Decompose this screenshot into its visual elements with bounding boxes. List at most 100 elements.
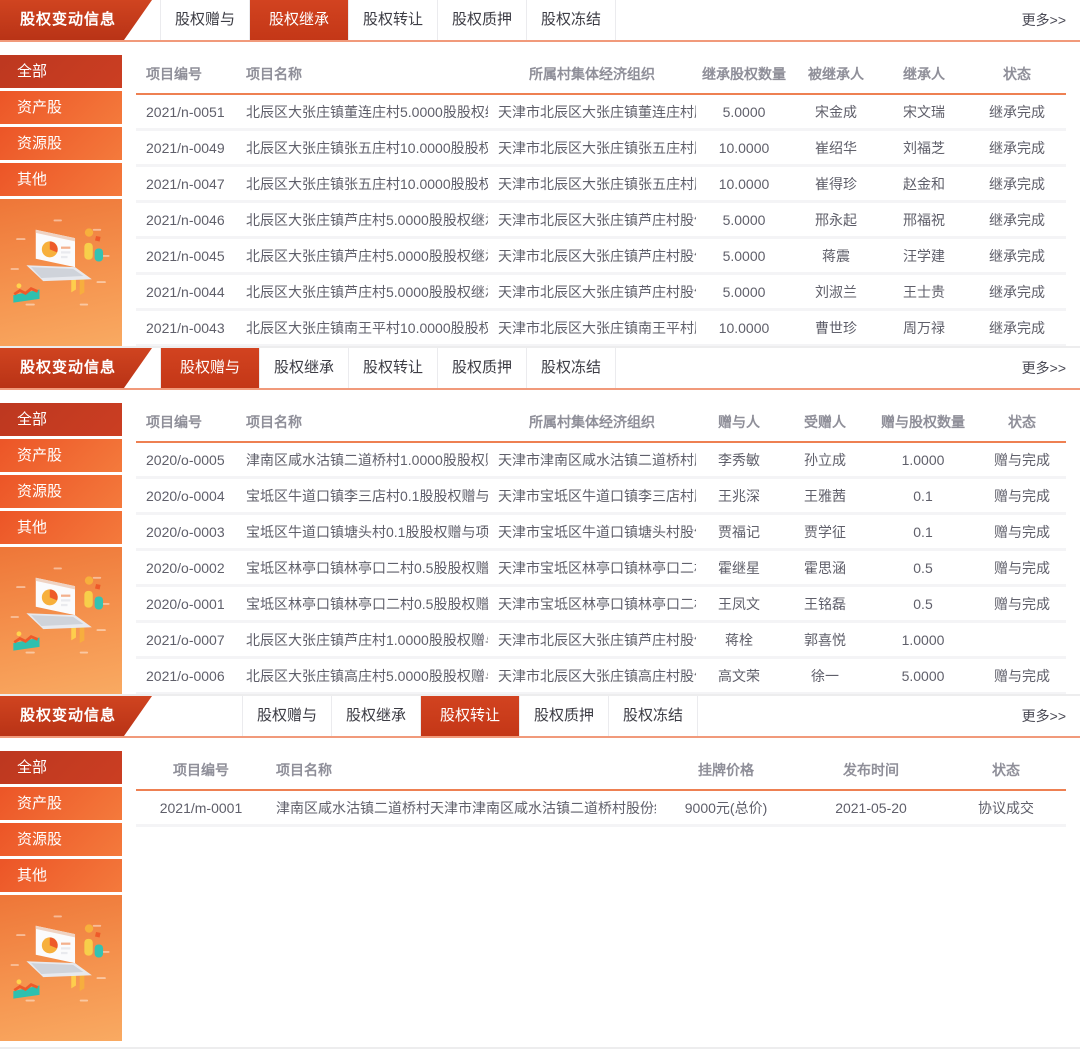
tab-equity-gift[interactable]: 股权赠与 xyxy=(243,696,332,736)
table-row[interactable]: 2020/o-0003宝坻区牛道口镇塘头村0.1股股权赠与项目天津市宝坻区牛道口… xyxy=(136,515,1066,551)
column-header: 状态 xyxy=(978,403,1066,441)
table-cell: 2021/o-0006 xyxy=(136,659,236,692)
data-table: 项目编号项目名称所属村集体经济组织继承股权数量被继承人继承人状态2021/n-0… xyxy=(122,55,1080,346)
table-cell: 赠与完成 xyxy=(978,443,1066,476)
table-cell: 赵金和 xyxy=(880,167,968,200)
equity-change-section: 股权变动信息股权赠与股权继承股权转让股权质押股权冻结更多>>全部资产股资源股其他… xyxy=(0,348,1080,694)
table-row[interactable]: 2020/o-0002宝坻区林亭口镇林亭口二村0.5股股权赠与...天津市宝坻区… xyxy=(136,551,1066,587)
sidebar-item-all[interactable]: 全部 xyxy=(0,403,122,436)
table-cell: 继承完成 xyxy=(968,311,1066,344)
table-cell: 王雅茜 xyxy=(782,479,868,512)
table-row[interactable]: 2021/o-0006北辰区大张庄镇高庄村5.0000股股权赠与...天津市北辰… xyxy=(136,659,1066,694)
table-cell: 崔得珍 xyxy=(792,167,880,200)
column-header: 被继承人 xyxy=(792,55,880,93)
table-cell: 2021/n-0047 xyxy=(136,167,236,200)
table-cell: 王铭磊 xyxy=(782,587,868,620)
table-cell: 9000元(总价) xyxy=(656,791,796,824)
sidebar-item-asset-shares[interactable]: 资产股 xyxy=(0,787,122,820)
category-sidebar: 全部资产股资源股其他 xyxy=(0,751,122,1041)
tab-equity-freeze[interactable]: 股权冻结 xyxy=(609,696,698,736)
tab-equity-freeze[interactable]: 股权冻结 xyxy=(527,0,616,40)
tab-equity-transfer[interactable]: 股权转让 xyxy=(349,0,438,40)
sidebar-item-other[interactable]: 其他 xyxy=(0,859,122,892)
table-row[interactable]: 2021/m-0001津南区咸水沽镇二道桥村天津市津南区咸水沽镇二道桥村股份经.… xyxy=(136,791,1066,827)
sidebar-item-other[interactable]: 其他 xyxy=(0,163,122,196)
table-cell: 北辰区大张庄镇芦庄村5.0000股股权继承... xyxy=(236,239,488,272)
table-row[interactable]: 2021/n-0044北辰区大张庄镇芦庄村5.0000股股权继承...天津市北辰… xyxy=(136,275,1066,311)
table-row[interactable]: 2021/n-0049北辰区大张庄镇张五庄村10.0000股股权继...天津市北… xyxy=(136,131,1066,167)
table-row[interactable]: 2020/o-0005津南区咸水沽镇二道桥村1.0000股股权赠...天津市津南… xyxy=(136,443,1066,479)
table-cell: 2021/n-0046 xyxy=(136,203,236,236)
table-row[interactable]: 2020/o-0004宝坻区牛道口镇李三店村0.1股股权赠与项目天津市宝坻区牛道… xyxy=(136,479,1066,515)
section-body: 全部资产股资源股其他 项目编号项目名称所属村集体经济组织赠与人受赠人赠与股权数量… xyxy=(0,390,1080,694)
table-cell: 1.0000 xyxy=(868,443,978,476)
table-cell: 10.0000 xyxy=(696,131,792,164)
table-row[interactable]: 2020/o-0001宝坻区林亭口镇林亭口二村0.5股股权赠与...天津市宝坻区… xyxy=(136,587,1066,623)
more-link[interactable]: 更多>> xyxy=(1022,0,1080,40)
tab-equity-pledge[interactable]: 股权质押 xyxy=(520,696,609,736)
sidebar-item-resource-shares[interactable]: 资源股 xyxy=(0,475,122,508)
table-cell: 继承完成 xyxy=(968,167,1066,200)
table-cell: 北辰区大张庄镇芦庄村5.0000股股权继承... xyxy=(236,275,488,308)
tab-equity-inheritance[interactable]: 股权继承 xyxy=(260,348,349,388)
tab-equity-transfer[interactable]: 股权转让 xyxy=(349,348,438,388)
table-cell: 宋文瑞 xyxy=(880,95,968,128)
table-header-row: 项目编号项目名称所属村集体经济组织继承股权数量被继承人继承人状态 xyxy=(136,55,1066,95)
sidebar-item-all[interactable]: 全部 xyxy=(0,751,122,784)
more-link[interactable]: 更多>> xyxy=(1022,696,1080,736)
more-link[interactable]: 更多>> xyxy=(1022,348,1080,388)
table-cell: 10.0000 xyxy=(696,167,792,200)
table-cell: 蒋震 xyxy=(792,239,880,272)
table-cell: 赠与完成 xyxy=(978,479,1066,512)
sidebar-item-resource-shares[interactable]: 资源股 xyxy=(0,823,122,856)
laptop-chart-illustration xyxy=(4,207,118,331)
table-row[interactable]: 2021/n-0051北辰区大张庄镇董连庄村5.0000股股权继...天津市北辰… xyxy=(136,95,1066,131)
table-row[interactable]: 2021/o-0007北辰区大张庄镇芦庄村1.0000股股权赠与...天津市北辰… xyxy=(136,623,1066,659)
table-cell: 5.0000 xyxy=(696,239,792,272)
table-cell: 赠与完成 xyxy=(978,515,1066,548)
table-cell: 天津市北辰区大张庄镇高庄村股份... xyxy=(488,659,696,692)
table-cell: 继承完成 xyxy=(968,203,1066,236)
table-cell: 2021/m-0001 xyxy=(136,791,266,824)
table-row[interactable]: 2021/n-0043北辰区大张庄镇南王平村10.0000股股权继...天津市北… xyxy=(136,311,1066,346)
table-cell: 天津市宝坻区牛道口镇李三店村股... xyxy=(488,479,696,512)
table-cell: 北辰区大张庄镇张五庄村10.0000股股权继... xyxy=(236,131,488,164)
table-row[interactable]: 2021/n-0045北辰区大张庄镇芦庄村5.0000股股权继承...天津市北辰… xyxy=(136,239,1066,275)
equity-change-section: 股权变动信息股权赠与股权继承股权转让股权质押股权冻结更多>>全部资产股资源股其他… xyxy=(0,696,1080,1047)
column-header: 项目编号 xyxy=(136,55,236,93)
tab-equity-inheritance[interactable]: 股权继承 xyxy=(250,0,349,40)
table-cell: 贾福记 xyxy=(696,515,782,548)
sidebar-item-asset-shares[interactable]: 资产股 xyxy=(0,439,122,472)
table-cell: 周万禄 xyxy=(880,311,968,344)
tab-equity-gift[interactable]: 股权赠与 xyxy=(161,348,260,388)
table-cell: 2020/o-0001 xyxy=(136,587,236,620)
table-cell: 北辰区大张庄镇南王平村10.0000股股权继... xyxy=(236,311,488,344)
tab-equity-pledge[interactable]: 股权质押 xyxy=(438,0,527,40)
sidebar-item-all[interactable]: 全部 xyxy=(0,55,122,88)
tab-equity-gift[interactable]: 股权赠与 xyxy=(161,0,250,40)
table-cell: 崔绍华 xyxy=(792,131,880,164)
table-cell: 津南区咸水沽镇二道桥村天津市津南区咸水沽镇二道桥村股份经... xyxy=(266,791,656,824)
sidebar-item-other[interactable]: 其他 xyxy=(0,511,122,544)
table-row[interactable]: 2021/n-0046北辰区大张庄镇芦庄村5.0000股股权继承...天津市北辰… xyxy=(136,203,1066,239)
tab-equity-transfer[interactable]: 股权转让 xyxy=(421,696,520,736)
table-cell: 2020/o-0002 xyxy=(136,551,236,584)
tab-equity-freeze[interactable]: 股权冻结 xyxy=(527,348,616,388)
column-header: 继承股权数量 xyxy=(696,55,792,93)
column-header: 项目名称 xyxy=(266,751,656,789)
laptop-chart-illustration xyxy=(4,555,118,679)
tab-equity-inheritance[interactable]: 股权继承 xyxy=(332,696,421,736)
sidebar-item-resource-shares[interactable]: 资源股 xyxy=(0,127,122,160)
table-cell: 天津市北辰区大张庄镇芦庄村股份... xyxy=(488,623,696,656)
table-cell: 0.1 xyxy=(868,479,978,512)
table-cell: 继承完成 xyxy=(968,275,1066,308)
table-cell: 宋金成 xyxy=(792,95,880,128)
tab-equity-pledge[interactable]: 股权质押 xyxy=(438,348,527,388)
section-body: 全部资产股资源股其他 项目编号项目名称挂牌价格发布时间状态2021/m-0001… xyxy=(0,738,1080,1047)
column-header: 继承人 xyxy=(880,55,968,93)
sidebar-item-asset-shares[interactable]: 资产股 xyxy=(0,91,122,124)
data-table: 项目编号项目名称所属村集体经济组织赠与人受赠人赠与股权数量状态2020/o-00… xyxy=(122,403,1080,694)
table-row[interactable]: 2021/n-0047北辰区大张庄镇张五庄村10.0000股股权继...天津市北… xyxy=(136,167,1066,203)
table-cell: 宝坻区林亭口镇林亭口二村0.5股股权赠与... xyxy=(236,587,488,620)
table-cell: 北辰区大张庄镇芦庄村5.0000股股权继承... xyxy=(236,203,488,236)
